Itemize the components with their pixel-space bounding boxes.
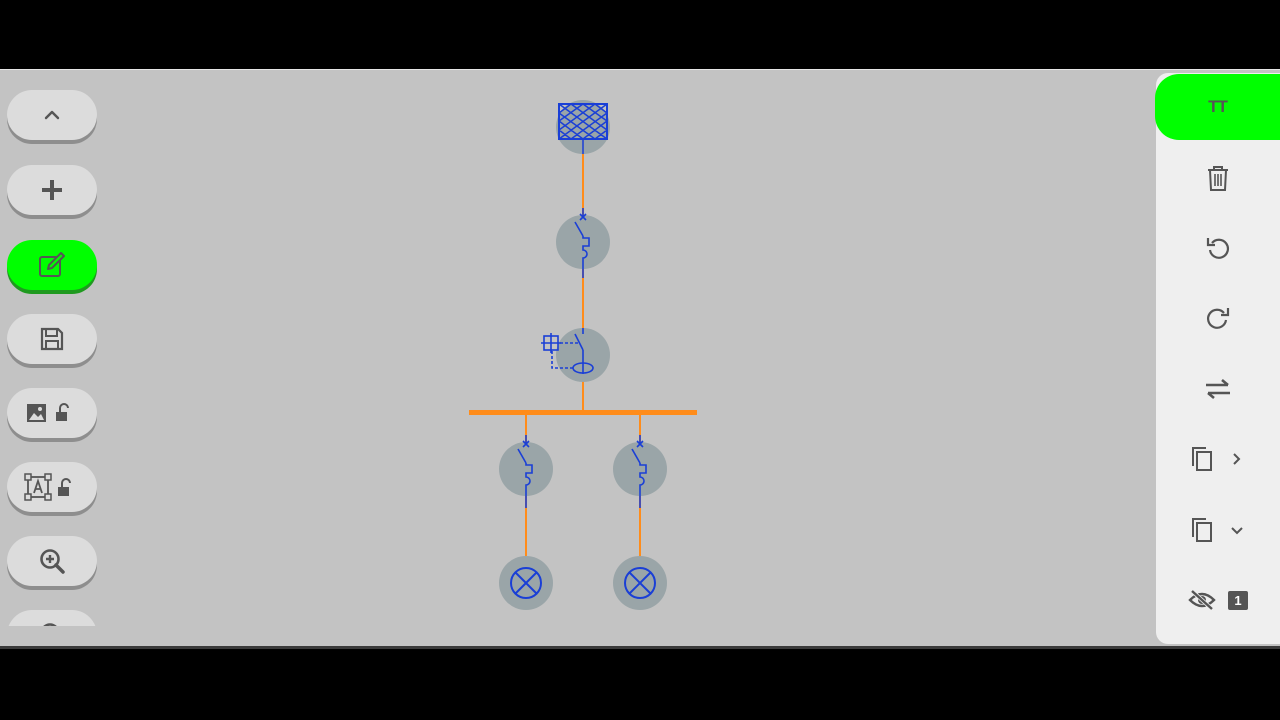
supply-meter-node[interactable] [556,100,610,154]
copy-right-button[interactable] [1156,429,1280,489]
main-breaker-node[interactable] [556,208,610,278]
busbar[interactable] [469,410,697,415]
add-button[interactable] [7,165,97,215]
hidden-count-badge: 1 [1228,590,1248,610]
text-box-unlock-icon [24,473,71,501]
zoom-out-icon [43,623,57,626]
eye-off-icon [1188,589,1216,611]
breaker-left-node[interactable] [499,435,553,508]
plus-icon [42,180,62,200]
delete-button[interactable] [1156,148,1280,208]
edit-button[interactable] [7,240,97,290]
undo-icon [1206,238,1230,259]
save-button[interactable] [7,314,97,364]
lamp-right-node[interactable] [613,556,667,610]
zoom-in-button[interactable] [7,536,97,586]
copy-down-button[interactable] [1156,500,1280,560]
text-lock-button[interactable] [7,462,97,512]
hidden-layers-button[interactable]: 1 [1156,570,1280,630]
right-tool-panel: TT 1 [1155,73,1280,644]
edit-icon [39,252,65,277]
left-toolbar [0,70,110,626]
image-lock-button[interactable] [7,388,97,438]
save-icon [40,327,64,351]
text-size-icon: TT [1208,97,1228,116]
chevron-up-icon [44,110,60,120]
lamp-left-node[interactable] [499,556,553,610]
collapse-button[interactable] [7,90,97,140]
copy-chevron-down-icon [1192,518,1243,542]
redo-icon [1206,308,1230,329]
zoom-out-button[interactable] [7,610,97,626]
trash-icon [1208,166,1228,191]
breaker-right-node[interactable] [613,435,667,508]
swap-arrows-icon [1206,379,1230,399]
image-unlock-icon [27,403,69,422]
app-canvas[interactable]: TT 1 [0,70,1280,646]
undo-button[interactable] [1156,218,1280,278]
rcd-switch-node[interactable] [541,328,610,382]
copy-chevron-right-icon [1192,447,1241,471]
swap-button[interactable] [1156,359,1280,419]
text-mode-button[interactable]: TT [1155,74,1280,140]
zoom-in-icon [40,549,65,574]
redo-button[interactable] [1156,288,1280,348]
window-bottom-edge [0,646,1280,649]
diagram-canvas [469,100,697,610]
single-line-diagram [460,70,720,646]
